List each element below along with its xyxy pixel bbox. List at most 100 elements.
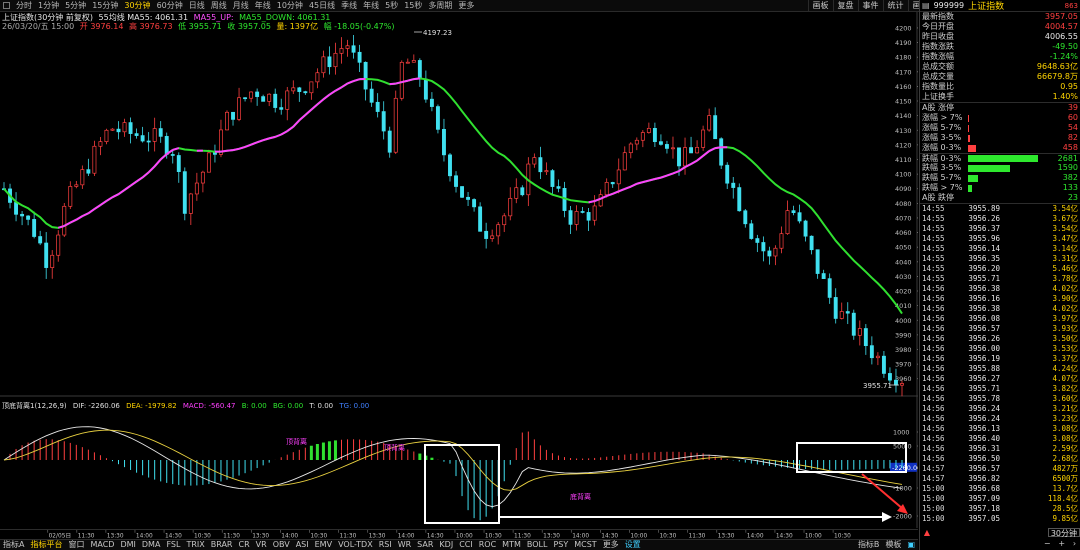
- candle-body: [417, 60, 422, 80]
- candle-body: [68, 186, 73, 207]
- candle-body: [460, 186, 464, 198]
- candle-body: [508, 197, 513, 217]
- indicator-tab-3[interactable]: MACD: [87, 540, 117, 550]
- period-label[interactable]: 30分钟: [1047, 528, 1080, 538]
- indicator-tab-7[interactable]: TRIX: [183, 540, 207, 550]
- indicator-tab-11[interactable]: OBV: [270, 540, 293, 550]
- indicator-tab-4[interactable]: DMI: [117, 540, 138, 550]
- candle-body: [894, 379, 898, 386]
- indicator-tab-9[interactable]: CR: [236, 540, 253, 550]
- period-tab-2[interactable]: 5分钟: [62, 0, 89, 12]
- candle-body: [429, 98, 434, 107]
- candle-body: [785, 210, 790, 235]
- indicator-tab-22[interactable]: BOLL: [524, 540, 551, 550]
- white-arrow-head: [882, 512, 892, 522]
- period-tab-14[interactable]: 5秒: [382, 0, 401, 12]
- candlestick-chart[interactable]: 4200 4190 4180 4170 4160 4150 4140 4130 4120 4110…: [0, 12, 918, 540]
- period-tab-12[interactable]: 季线: [338, 0, 360, 12]
- price-tick-label: 3990: [895, 331, 912, 339]
- tick-volume: 13.7亿: [1052, 484, 1078, 493]
- indicator-tab-17[interactable]: SAR: [414, 540, 436, 550]
- breadth-value: 39: [1067, 103, 1078, 112]
- period-tab-6[interactable]: 日线: [186, 0, 208, 12]
- next-icon[interactable]: +: [1058, 539, 1065, 549]
- indicator-tab-10[interactable]: VR: [253, 540, 270, 550]
- tick-time: 14:57: [922, 464, 945, 473]
- breadth-label: 涨幅 3-5%: [922, 133, 962, 142]
- tick-row: 14:56 3956.40 3.08亿: [920, 434, 1080, 444]
- indicator-tab-12[interactable]: ASI: [293, 540, 312, 550]
- candle-body: [779, 233, 784, 249]
- candle-body: [556, 186, 561, 189]
- toolbar-action-0[interactable]: 画板: [807, 0, 833, 12]
- tick-price: 3956.26: [968, 214, 1000, 223]
- indicator-tab-13[interactable]: EMV: [312, 540, 335, 550]
- indicator-tab-20[interactable]: ROC: [476, 540, 499, 550]
- price-tick-label: 4020: [895, 288, 912, 296]
- stat-row: 指数涨幅 -1.24%: [920, 52, 1080, 62]
- toolbar-action-2[interactable]: 事件: [857, 0, 883, 12]
- ma55-up-segment: [123, 184, 132, 191]
- scroll-up-icon[interactable]: ▲: [920, 528, 934, 537]
- indicator-tab-19[interactable]: CCI: [456, 540, 476, 550]
- tick-row: 14:56 3955.78 3.60亿: [920, 394, 1080, 404]
- breadth-bar: [968, 124, 969, 132]
- period-tab-1[interactable]: 1分钟: [35, 0, 62, 12]
- period-tab-13[interactable]: 年线: [360, 0, 382, 12]
- prev-icon[interactable]: −: [1044, 539, 1051, 549]
- period-tab-11[interactable]: 45日线: [306, 0, 338, 12]
- period-tab-5[interactable]: 60分钟: [154, 0, 186, 12]
- toolbar-action-1[interactable]: 复盘: [832, 0, 858, 12]
- period-tab-16[interactable]: 多周期: [425, 0, 455, 12]
- period-tab-15[interactable]: 15秒: [401, 0, 425, 12]
- candle-body: [237, 97, 241, 120]
- candle-body: [405, 61, 410, 64]
- ma55-up-segment: [117, 189, 126, 195]
- indicator-tab-8[interactable]: BRAR: [208, 540, 236, 550]
- collapse-icon[interactable]: ▣: [904, 540, 918, 550]
- candle-body: [104, 129, 109, 143]
- macd-b: B: 0.00: [242, 402, 267, 410]
- indicator-tab-18[interactable]: KDJ: [436, 540, 456, 550]
- stat-label: 指数涨幅: [922, 52, 954, 61]
- indicator-tab-6[interactable]: FSL: [163, 540, 183, 550]
- indicator-tab-0[interactable]: 指标A: [0, 540, 27, 550]
- menu-icon[interactable]: ▤: [922, 1, 930, 10]
- ma55-up-segment: [304, 108, 313, 116]
- indicator-tab-21[interactable]: MTM: [499, 540, 524, 550]
- ma55-up-segment: [256, 139, 264, 144]
- indicator-tab-26[interactable]: 设置: [622, 540, 644, 550]
- period-tab-3[interactable]: 15分钟: [89, 0, 121, 12]
- period-tab-8[interactable]: 月线: [230, 0, 252, 12]
- indicator-tab-right-0[interactable]: 指标B: [855, 540, 883, 550]
- indicator-tab-24[interactable]: MCST: [571, 540, 599, 550]
- window-icon[interactable]: [3, 2, 10, 9]
- ma55-up-segment: [129, 180, 138, 187]
- breadth-value: 23: [1067, 193, 1078, 202]
- candle-body: [375, 101, 380, 112]
- period-tab-7[interactable]: 周线: [208, 0, 230, 12]
- indicator-tab-23[interactable]: PSY: [550, 540, 571, 550]
- indicator-tab-25[interactable]: 更多: [600, 540, 622, 550]
- period-tab-9[interactable]: 年线: [252, 0, 274, 12]
- indicator-tab-1[interactable]: 指标平台: [27, 540, 65, 550]
- indicator-tab-15[interactable]: RSI: [376, 540, 395, 550]
- candle-body: [544, 170, 549, 173]
- period-tab-4[interactable]: 30分钟: [121, 0, 153, 12]
- period-tab-0[interactable]: 分时: [13, 0, 35, 12]
- candle-body: [900, 383, 904, 386]
- toolbar-action-3[interactable]: 统计: [882, 0, 908, 12]
- period-tab-17[interactable]: 更多: [455, 0, 477, 12]
- chevron-right-icon[interactable]: ›: [1073, 539, 1076, 549]
- tick-row: 14:57 3956.82 6500万: [920, 474, 1080, 484]
- breadth-bar-track: [968, 184, 1046, 192]
- tick-price: 3955.88: [968, 364, 1000, 373]
- indicator-tab-right-1[interactable]: 模板: [882, 540, 904, 550]
- ma55-up-segment: [298, 114, 307, 122]
- indicator-tab-14[interactable]: VOL-TDX: [335, 540, 376, 550]
- indicator-tab-2[interactable]: 窗口: [65, 540, 87, 550]
- indicator-tab-5[interactable]: DMA: [139, 540, 164, 550]
- tick-time: 14:56: [922, 334, 945, 343]
- indicator-tab-16[interactable]: WR: [395, 540, 414, 550]
- period-tab-10[interactable]: 10分钟: [274, 0, 306, 12]
